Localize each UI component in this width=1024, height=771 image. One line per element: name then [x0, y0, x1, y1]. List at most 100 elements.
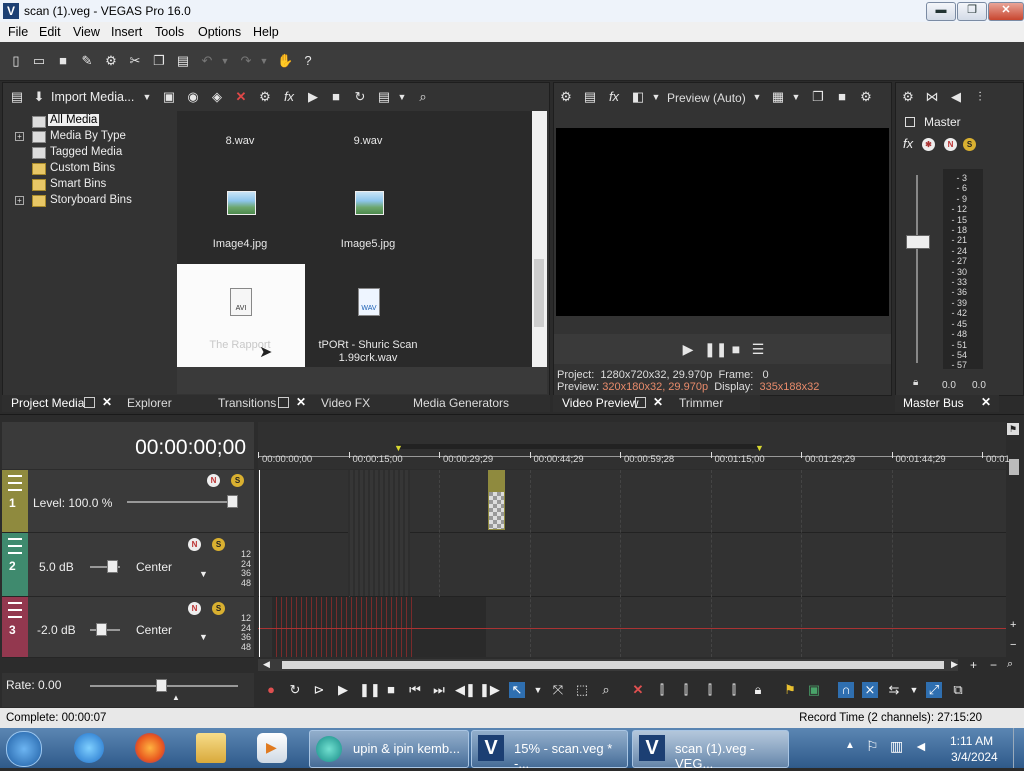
- copy-snapshot-icon[interactable]: ❐: [810, 89, 826, 105]
- views-icon[interactable]: ▤: [9, 89, 25, 105]
- go-to-start-icon[interactable]: ⏮: [407, 682, 423, 698]
- media-item[interactable]: 8.wav: [177, 111, 305, 157]
- play-icon[interactable]: ▶: [680, 341, 696, 357]
- import-media-icon[interactable]: ⬇: [31, 89, 47, 105]
- auto-preview-icon[interactable]: ↻: [352, 89, 368, 105]
- play-icon[interactable]: ▶: [335, 682, 351, 698]
- play-from-start-icon[interactable]: ⊳: [311, 682, 327, 698]
- solo-icon[interactable]: S: [963, 138, 976, 151]
- start-button-windows-icon[interactable]: [6, 731, 42, 767]
- lock-icon[interactable]: 🔒︎: [750, 682, 766, 698]
- clock-time[interactable]: 1:11 AM: [950, 734, 993, 748]
- snapping-magnet-icon[interactable]: ∩: [838, 682, 854, 698]
- scrollbar-thumb[interactable]: [534, 259, 544, 327]
- media-item[interactable]: Image4.jpg: [177, 165, 305, 257]
- media-player-icon[interactable]: ▶: [257, 733, 287, 763]
- insert-marker-icon[interactable]: ⚑: [782, 682, 798, 698]
- zoom-out-time-icon[interactable]: −: [990, 658, 997, 672]
- external-monitor-icon[interactable]: ▤: [582, 89, 598, 105]
- file-explorer-icon[interactable]: [196, 733, 226, 763]
- go-to-end-icon[interactable]: ⏭: [431, 682, 447, 698]
- next-frame-icon[interactable]: ❚▶: [479, 682, 500, 698]
- minimize-button[interactable]: ▬: [926, 2, 956, 21]
- menu-help[interactable]: Help: [253, 25, 279, 39]
- ripple-edit-icon[interactable]: ⇆: [886, 682, 902, 698]
- stop-preview-icon[interactable]: ■: [328, 89, 344, 105]
- overlays-grid-icon[interactable]: ▦: [770, 89, 786, 105]
- volume-slider-knob[interactable]: [96, 623, 107, 636]
- media-scrollbar[interactable]: [532, 111, 547, 367]
- media-fx-icon[interactable]: fx: [281, 89, 297, 105]
- zoom-out-icon[interactable]: −: [1010, 639, 1016, 651]
- stop-icon[interactable]: ■: [728, 341, 744, 357]
- maximize-button[interactable]: ❐: [957, 2, 987, 21]
- mute-icon[interactable]: N: [944, 138, 957, 151]
- audio-event-ghost[interactable]: [348, 470, 410, 596]
- tree-storyboard-bins[interactable]: Storyboard Bins: [50, 194, 132, 206]
- show-hidden-icons-icon[interactable]: ▲: [845, 740, 855, 751]
- envelope-tool-icon[interactable]: ⤧: [550, 682, 566, 698]
- pan-dropdown-icon[interactable]: ▼: [199, 569, 208, 579]
- tab-trimmer[interactable]: Trimmer: [679, 396, 723, 410]
- solo-icon[interactable]: S: [212, 538, 225, 551]
- capture-icon[interactable]: ▣: [161, 89, 177, 105]
- undock-icon[interactable]: [278, 397, 289, 408]
- mute-icon[interactable]: N: [207, 474, 220, 487]
- close-button[interactable]: ✕: [988, 2, 1024, 21]
- properties-gear-icon[interactable]: ⚙: [103, 53, 119, 69]
- render-icon[interactable]: ✎: [79, 53, 95, 69]
- firefox-icon[interactable]: [135, 733, 165, 763]
- tab-media-generators[interactable]: Media Generators: [413, 396, 509, 410]
- record-icon[interactable]: ●: [263, 682, 279, 698]
- split-dropdown-icon[interactable]: ▼: [650, 89, 662, 105]
- start-preview-icon[interactable]: ▶: [305, 89, 321, 105]
- solo-icon[interactable]: S: [231, 474, 244, 487]
- redo-icon[interactable]: ↷: [238, 53, 254, 69]
- previous-frame-icon[interactable]: ◀❚: [455, 682, 476, 698]
- new-file-icon[interactable]: ▯: [8, 53, 24, 69]
- tab-video-fx[interactable]: Video FX: [321, 396, 370, 410]
- menu-insert[interactable]: Insert: [111, 25, 142, 39]
- media-item[interactable]: Image5.jpg: [305, 165, 433, 257]
- track-header-audio-3[interactable]: 3 N S -2.0 dB Center ▼ 12 24 36 48: [2, 597, 254, 658]
- ignore-grouping-icon[interactable]: ⧉: [950, 682, 966, 698]
- audio-event[interactable]: [272, 597, 486, 657]
- whats-this-help-icon[interactable]: ?: [300, 53, 316, 69]
- normal-edit-tool-icon[interactable]: ↖: [509, 682, 525, 698]
- zoom-magnify-icon[interactable]: ⌕: [1007, 658, 1013, 671]
- tree-media-by-type[interactable]: Media By Type: [50, 130, 126, 142]
- overlays-dropdown-icon[interactable]: ▼: [790, 89, 802, 105]
- redo-dropdown-icon[interactable]: ▼: [256, 53, 272, 69]
- loop-playback-icon[interactable]: ↻: [287, 682, 303, 698]
- save-snapshot-icon[interactable]: ■: [834, 89, 850, 105]
- scrollbar-thumb[interactable]: [282, 661, 944, 669]
- master-fx-icon[interactable]: fx: [903, 136, 913, 151]
- timecode-display[interactable]: 00:00:00;00: [135, 436, 246, 460]
- tab-project-media[interactable]: Project Media: [11, 396, 84, 410]
- stop-icon[interactable]: ■: [383, 682, 399, 698]
- menu-file[interactable]: File: [8, 25, 28, 39]
- lock-icon[interactable]: 🔒︎: [913, 377, 918, 388]
- selection-tool-icon[interactable]: ⬚: [574, 682, 590, 698]
- automation-icon[interactable]: ✱: [922, 138, 935, 151]
- close-tab-icon[interactable]: ✕: [102, 395, 112, 409]
- search-icon[interactable]: ⌕: [415, 89, 431, 105]
- track-header-audio-2[interactable]: 2 N S 5.0 dB Center ▼ 12 24 36 48: [2, 533, 254, 597]
- menu-icon[interactable]: ☰: [750, 341, 766, 357]
- loop-end-marker-icon[interactable]: ▼: [755, 443, 764, 453]
- media-item[interactable]: 9.wav: [305, 111, 433, 157]
- scroll-right-icon[interactable]: ▶: [951, 659, 958, 670]
- copy-icon[interactable]: ❐: [151, 53, 167, 69]
- auto-crossfades-icon[interactable]: ⨯: [862, 682, 878, 698]
- volume-envelope[interactable]: [258, 628, 1006, 629]
- scroll-left-icon[interactable]: ◀: [263, 659, 270, 670]
- action-center-flag-icon[interactable]: ⚐: [866, 738, 879, 755]
- downmix-icon[interactable]: ◀: [948, 89, 964, 105]
- get-media-icon[interactable]: ◉: [185, 89, 201, 105]
- views-list-icon[interactable]: ▤: [376, 89, 392, 105]
- mixer-properties-icon[interactable]: ⚙: [900, 89, 916, 105]
- zoom-in-icon[interactable]: +: [1010, 619, 1016, 631]
- menu-tools[interactable]: Tools: [155, 25, 184, 39]
- mute-icon[interactable]: N: [188, 602, 201, 615]
- clock-date[interactable]: 3/4/2024: [951, 750, 998, 764]
